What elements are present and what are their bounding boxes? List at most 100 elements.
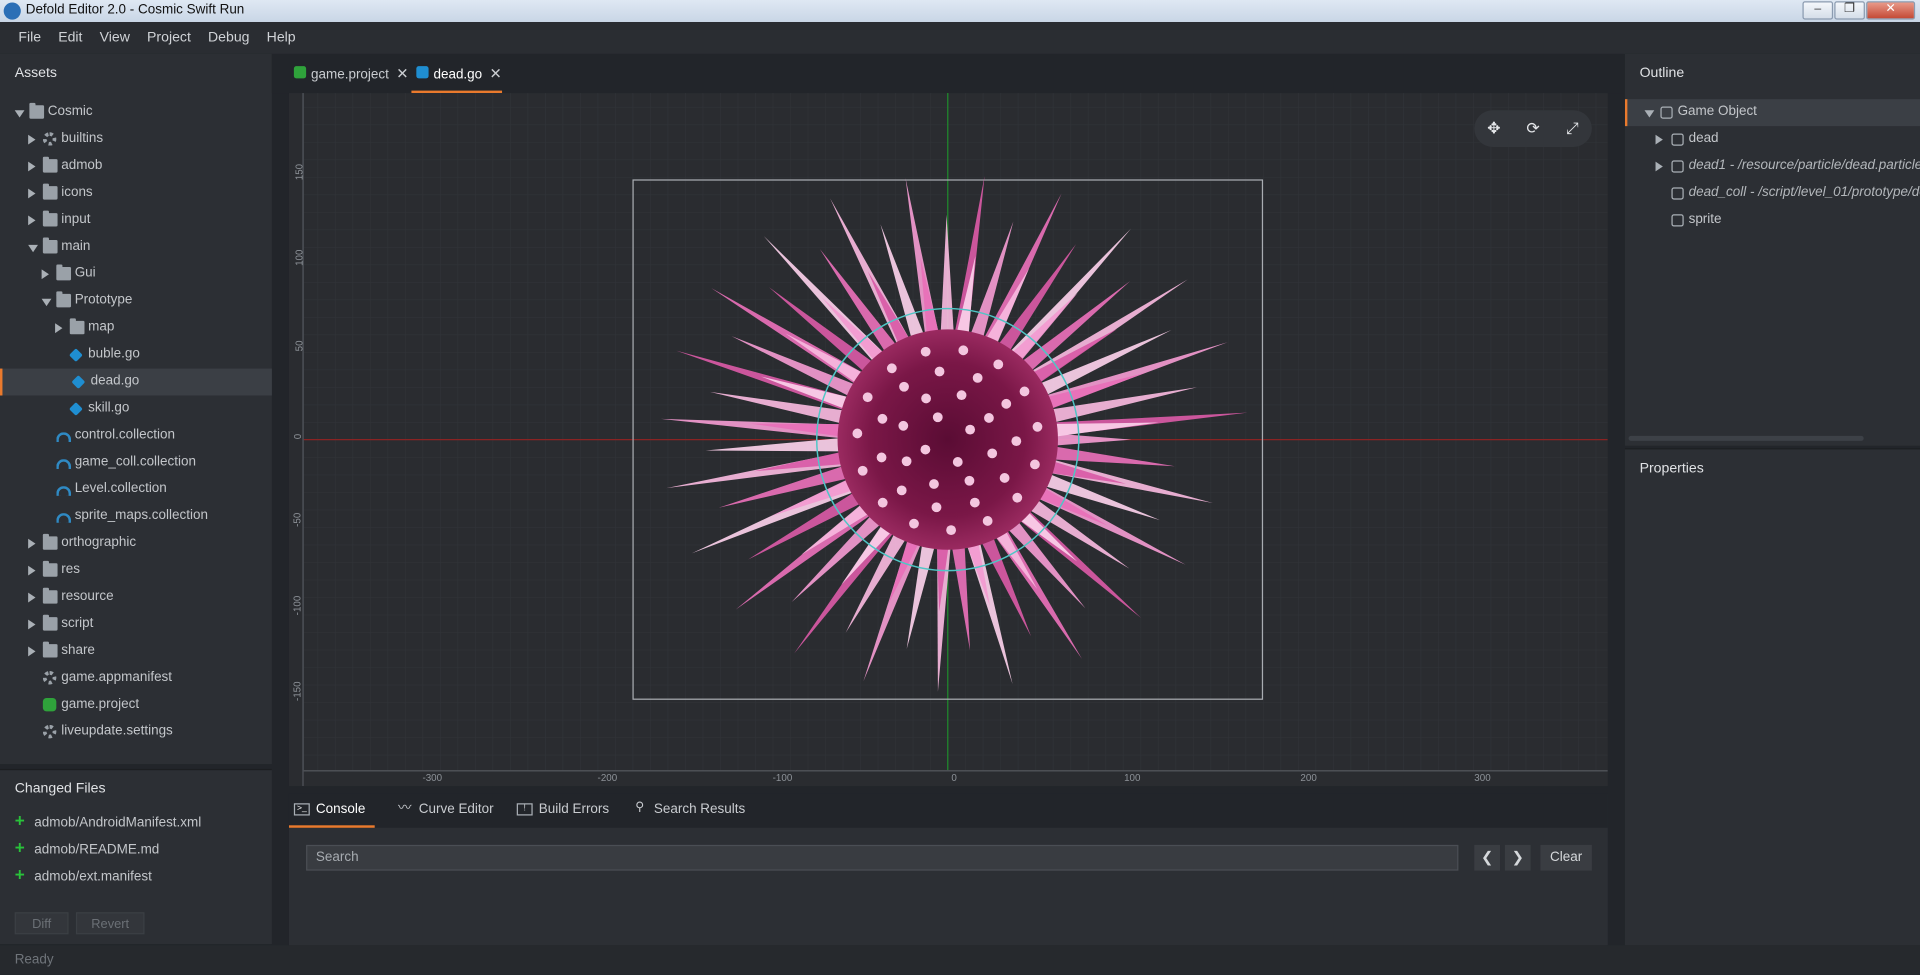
defold-logo-icon (3, 2, 21, 20)
chevron-right-icon[interactable] (28, 646, 36, 657)
asset-item-label: share (61, 642, 95, 658)
vertical-ruler: 150 100 50 0 -50 -100 -150 (288, 93, 305, 787)
asset-item[interactable]: buble.go (0, 342, 272, 369)
tab-console[interactable]: >_ Console (288, 793, 375, 828)
clear-console-button[interactable]: Clear (1540, 844, 1592, 871)
asset-item[interactable]: map (0, 315, 272, 342)
tab-dead-go[interactable]: dead.go ✕ (411, 54, 502, 94)
close-window-button[interactable]: ✕ (1866, 1, 1916, 20)
asset-item[interactable]: orthographic (0, 530, 272, 557)
asset-item[interactable]: game_coll.collection (0, 449, 272, 476)
revert-button[interactable]: Revert (75, 912, 145, 935)
changed-file-item[interactable]: + admob/README.md (0, 834, 272, 861)
folder-icon (42, 156, 58, 173)
asset-item[interactable]: game.project (0, 692, 272, 719)
menu-edit[interactable]: Edit (50, 22, 91, 54)
added-icon: + (14, 864, 25, 885)
asset-item-label: control.collection (74, 427, 176, 443)
chevron-right-icon[interactable] (28, 592, 36, 603)
asset-item[interactable]: Gui (0, 261, 272, 288)
asset-item[interactable]: input (0, 207, 272, 234)
move-tool-icon[interactable]: ✥ (1483, 118, 1505, 140)
folder-icon (42, 614, 58, 631)
game-object-icon (71, 375, 86, 389)
close-tab-icon[interactable]: ✕ (396, 65, 408, 82)
asset-item[interactable]: admob (0, 153, 272, 180)
chevron-right-icon[interactable] (28, 619, 36, 630)
outline-item[interactable]: sprite (1625, 207, 1920, 234)
component-icon (1671, 133, 1684, 146)
menu-help[interactable]: Help (258, 22, 304, 54)
chevron-right-icon[interactable] (41, 269, 49, 280)
tab-search-results[interactable]: ⚲ Search Results (627, 793, 745, 827)
menu-view[interactable]: View (91, 22, 138, 54)
chevron-right-icon[interactable] (28, 215, 36, 226)
chevron-right-icon[interactable] (1655, 161, 1663, 172)
outline-item[interactable]: dead_coll - /script/level_01/prototype/d… (1625, 180, 1920, 207)
chevron-right-icon[interactable] (28, 161, 36, 172)
tab-curve-editor[interactable]: 〰 Curve Editor (392, 793, 494, 827)
asset-item[interactable]: resource (0, 584, 272, 611)
asset-item[interactable]: Level.collection (0, 476, 272, 503)
asset-item[interactable]: share (0, 638, 272, 665)
menu-file[interactable]: File (10, 22, 50, 54)
asset-item[interactable]: icons (0, 180, 272, 207)
chevron-down-icon[interactable] (1644, 110, 1655, 118)
outline-item[interactable]: Game Object (1624, 99, 1920, 127)
close-tab-icon[interactable]: ✕ (490, 65, 502, 82)
asset-item[interactable]: sprite_maps.collection (0, 503, 272, 530)
project-icon (42, 697, 57, 712)
asset-item[interactable]: control.collection (0, 422, 272, 449)
chevron-right-icon[interactable] (28, 188, 36, 199)
scene-canvas[interactable] (289, 93, 1608, 786)
asset-item[interactable]: dead.go (0, 368, 272, 396)
folder-icon (42, 210, 58, 227)
collection-icon (56, 486, 72, 496)
chevron-right-icon[interactable] (28, 565, 36, 576)
asset-item[interactable]: liveupdate.settings (0, 719, 272, 746)
asset-item[interactable]: skill.go (0, 396, 272, 423)
chevron-down-icon[interactable] (41, 298, 52, 307)
outline-item-label: Game Object (1677, 104, 1757, 119)
tab-build-errors[interactable]: ! Build Errors (512, 793, 609, 827)
rotate-tool-icon[interactable]: ⟳ (1522, 118, 1544, 140)
diff-button[interactable]: Diff (14, 912, 69, 935)
added-icon: + (14, 837, 25, 858)
search-prev-button[interactable]: ❮ (1474, 844, 1501, 871)
outline-scrollbar[interactable] (1628, 435, 1864, 441)
asset-item-label: script (61, 615, 94, 631)
scene-viewport[interactable]: 150 100 50 0 -50 -100 -150 -300 -200 -10… (288, 93, 1608, 787)
asset-item[interactable]: main (0, 234, 272, 261)
changed-file-item[interactable]: + admob/ext.manifest (0, 861, 272, 888)
menu-project[interactable]: Project (138, 22, 199, 54)
changed-file-item[interactable]: + admob/AndroidManifest.xml (0, 807, 272, 834)
asset-item[interactable]: builtins (0, 126, 272, 153)
asset-item[interactable]: game.appmanifest (0, 665, 272, 692)
scale-tool-icon[interactable]: ⤢ (1561, 118, 1583, 140)
folder-icon (42, 183, 58, 200)
maximize-button[interactable]: ❐ (1834, 1, 1865, 20)
asset-item[interactable]: script (0, 611, 272, 638)
chevron-down-icon[interactable] (14, 110, 25, 118)
properties-panel: Properties (1624, 448, 1920, 946)
chevron-right-icon[interactable] (28, 134, 36, 145)
asset-item-label: orthographic (61, 535, 137, 550)
tab-game-project[interactable]: game.project ✕ (289, 54, 409, 93)
chevron-right-icon[interactable] (28, 538, 36, 549)
asset-item[interactable]: Cosmic (0, 99, 272, 126)
chevron-right-icon[interactable] (1655, 134, 1663, 145)
asset-item-label: dead.go (90, 373, 140, 389)
outline-item[interactable]: dead1 - /resource/particle/dead.particle… (1625, 153, 1920, 180)
minimize-button[interactable]: – (1802, 1, 1834, 20)
menu-debug[interactable]: Debug (199, 22, 258, 54)
console-search-input[interactable]: Search (306, 844, 1459, 871)
outline-item-label: sprite (1688, 211, 1722, 227)
search-next-button[interactable]: ❯ (1504, 844, 1531, 871)
chevron-down-icon[interactable] (28, 244, 38, 253)
outline-item[interactable]: dead (1625, 126, 1920, 153)
asset-item[interactable]: Prototype (0, 288, 272, 315)
urchin-body (837, 329, 1058, 550)
game-object-icon (68, 402, 83, 416)
asset-item[interactable]: res (0, 557, 272, 584)
chevron-right-icon[interactable] (55, 323, 63, 334)
